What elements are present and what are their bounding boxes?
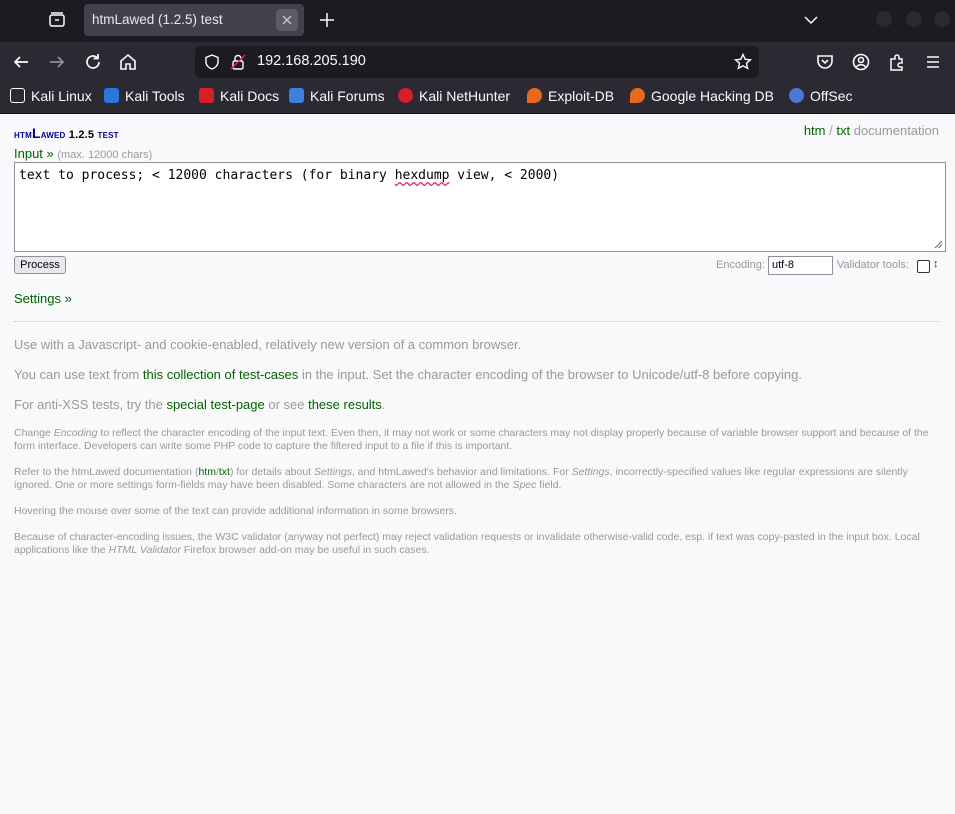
test-cases-link[interactable]: this collection of test-cases (143, 367, 298, 382)
note-encoding: Change Encoding to reflect the character… (14, 427, 929, 452)
star-icon[interactable] (733, 52, 753, 72)
validator-toggle-icon[interactable]: ↕ (933, 258, 939, 270)
tab-title: htmLawed (1.2.5) test (92, 12, 223, 27)
shield-icon[interactable] (203, 53, 221, 71)
encoding-input[interactable]: utf-8 (768, 256, 833, 275)
special-test-page-link[interactable]: special test-page (166, 397, 264, 412)
menu-icon[interactable] (922, 51, 944, 73)
chevron-down-icon[interactable] (800, 9, 822, 31)
exploit-db-icon (527, 88, 542, 103)
settings-link[interactable]: Settings » (14, 291, 72, 306)
doc-txt-link[interactable]: txt (836, 123, 850, 138)
note-validator: Because of character-encoding issues, th… (14, 531, 920, 556)
bookmark-kali-linux[interactable]: Kali Linux (10, 88, 92, 108)
bookmarks-bar: Kali Linux Kali Tools Kali Docs Kali For… (0, 82, 955, 114)
page-title: htmLawed 1.2.5 test (14, 125, 119, 141)
info-browser: Use with a Javascript- and cookie-enable… (14, 337, 522, 352)
forward-icon[interactable] (46, 51, 68, 73)
page-content: htmLawed 1.2.5 test htm / txt documentat… (0, 114, 955, 814)
account-icon[interactable] (850, 51, 872, 73)
process-button[interactable]: Process (14, 256, 66, 274)
close-window-button[interactable] (934, 11, 950, 27)
bookmark-exploit-db[interactable]: Exploit-DB (527, 88, 614, 108)
bookmark-kali-nethunter[interactable]: Kali NetHunter (398, 88, 510, 108)
bookmark-google-hacking-db[interactable]: Google Hacking DB (630, 88, 774, 108)
note-htm-link[interactable]: htm (198, 466, 216, 478)
offsec-icon (789, 88, 804, 103)
close-icon[interactable] (276, 9, 298, 31)
kali-dragon-icon (10, 88, 25, 103)
maximize-button[interactable] (906, 11, 922, 27)
bookmark-kali-forums[interactable]: Kali Forums (289, 88, 385, 108)
note-txt-link[interactable]: txt (219, 466, 230, 478)
kali-tools-icon (104, 88, 119, 103)
validator-tools-label: Validator tools: (837, 259, 909, 271)
note-hover: Hovering the mouse over some of the text… (14, 505, 457, 517)
input-textarea[interactable]: text to process; < 12000 characters (for… (14, 162, 946, 252)
insecure-lock-icon[interactable] (229, 53, 247, 71)
bookmark-kali-docs[interactable]: Kali Docs (199, 88, 279, 108)
input-label[interactable]: Input » (max. 12000 chars) (14, 146, 152, 161)
input-hint: (max. 12000 chars) (57, 149, 153, 161)
back-icon[interactable] (10, 51, 32, 73)
bookmark-offsec[interactable]: OffSec (789, 88, 853, 108)
these-results-link[interactable]: these results (308, 397, 382, 412)
encoding-label: Encoding: (716, 259, 765, 271)
tab-bar: htmLawed (1.2.5) test (0, 0, 955, 42)
note-documentation: Refer to the htmLawed documentation (htm… (14, 466, 908, 491)
kali-docs-icon (199, 88, 214, 103)
url-text: 192.168.205.190 (257, 53, 366, 69)
documentation-links: htm / txt documentation (803, 123, 939, 138)
kali-nethunter-icon (398, 88, 413, 103)
minimize-button[interactable] (876, 11, 892, 27)
reload-icon[interactable] (82, 51, 104, 73)
extensions-icon[interactable] (886, 51, 908, 73)
info-test-cases: You can use text from this collection of… (14, 367, 802, 382)
tab-active[interactable]: htmLawed (1.2.5) test (84, 4, 304, 36)
doc-htm-link[interactable]: htm (804, 123, 826, 138)
ghdb-icon (630, 88, 645, 103)
divider (14, 321, 940, 322)
pocket-icon[interactable] (814, 51, 836, 73)
tab-list-icon[interactable] (46, 9, 68, 31)
bookmark-kali-tools[interactable]: Kali Tools (104, 88, 185, 108)
new-tab-icon[interactable] (316, 9, 338, 31)
kali-forums-icon (289, 88, 304, 103)
validator-tools-checkbox[interactable] (917, 260, 930, 273)
url-bar[interactable]: 192.168.205.190 (195, 46, 759, 78)
resize-handle-icon[interactable] (933, 239, 943, 249)
info-anti-xss: For anti-XSS tests, try the special test… (14, 397, 386, 412)
navigation-bar: 192.168.205.190 (0, 42, 955, 82)
home-icon[interactable] (117, 51, 139, 73)
